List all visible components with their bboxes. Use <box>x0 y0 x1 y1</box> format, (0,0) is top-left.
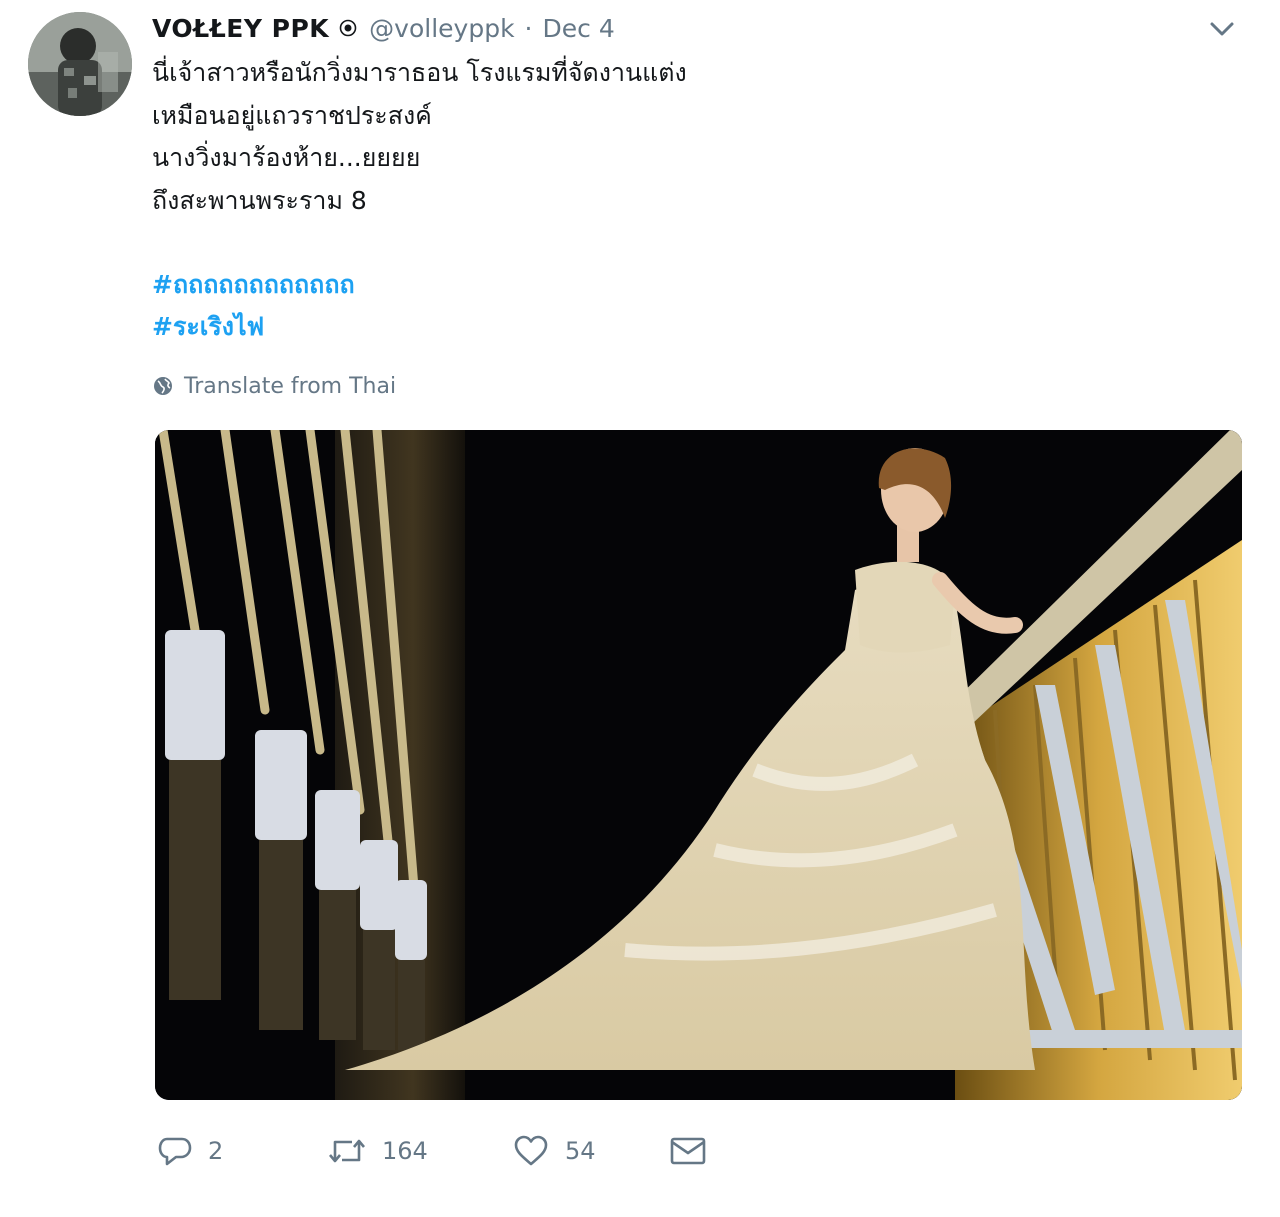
tweet-header: VOŁŁEY PPK @volleyppk · Dec 4 <box>152 8 615 48</box>
tweet-date[interactable]: Dec 4 <box>543 14 615 43</box>
tweet-text-line: นี่เจ้าสาวหรือนักวิ่งมาราธอน โรงแรมที่จั… <box>152 58 687 87</box>
tweet-text-line: นางวิ่งมาร้องห้าย...ยยยย <box>152 143 421 172</box>
reply-icon <box>158 1134 192 1168</box>
user-handle[interactable]: @volleyppk <box>369 14 514 43</box>
verified-badge-icon <box>339 19 357 37</box>
direct-message-button[interactable] <box>670 1136 706 1166</box>
envelope-icon <box>670 1136 706 1166</box>
retweet-button[interactable]: 164 <box>328 1136 513 1166</box>
tweet: VOŁŁEY PPK @volleyppk · Dec 4 นี่เจ้าสาว… <box>0 0 1280 1217</box>
tweet-photo[interactable] <box>155 430 1242 1100</box>
like-count: 54 <box>565 1137 596 1165</box>
header-separator: · <box>524 13 533 43</box>
avatar[interactable] <box>28 12 132 116</box>
translate-link[interactable]: Translate from Thai <box>152 370 396 402</box>
tweet-text-line: เหมือนอยู่แถวราชประสงค์ <box>152 100 432 130</box>
globe-icon <box>152 375 174 397</box>
retweet-count: 164 <box>382 1137 428 1165</box>
reply-button[interactable]: 2 <box>158 1134 328 1168</box>
tweet-actions: 2 164 54 <box>158 1128 706 1174</box>
heart-icon <box>513 1135 549 1167</box>
hashtag-link[interactable]: #ถถถถถถถถถถถถ <box>152 264 355 306</box>
hashtag-link[interactable]: #ระเริงไฟ <box>152 306 355 348</box>
tweet-text: นี่เจ้าสาวหรือนักวิ่งมาราธอน โรงแรมที่จั… <box>152 52 1212 222</box>
display-name[interactable]: VOŁŁEY PPK <box>152 14 329 43</box>
tweet-text-line: ถึงสะพานพระราม 8 <box>152 185 367 215</box>
chevron-down-icon[interactable] <box>1205 14 1239 44</box>
hashtag-list: #ถถถถถถถถถถถถ #ระเริงไฟ <box>152 264 355 348</box>
like-button[interactable]: 54 <box>513 1135 670 1167</box>
retweet-icon <box>328 1136 366 1166</box>
translate-label: Translate from Thai <box>184 373 397 399</box>
reply-count: 2 <box>208 1137 224 1165</box>
